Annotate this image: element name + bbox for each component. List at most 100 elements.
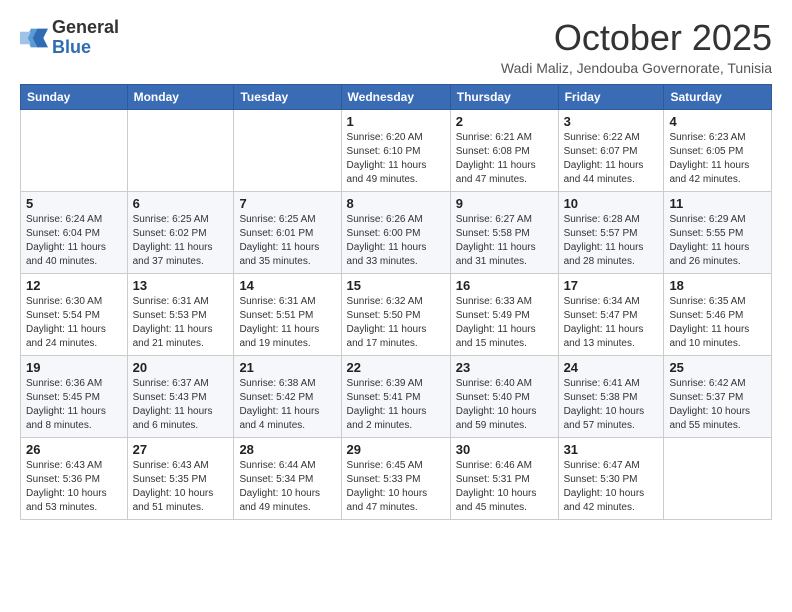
- day-number: 27: [133, 442, 229, 457]
- day-number: 9: [456, 196, 553, 211]
- calendar-header: SundayMondayTuesdayWednesdayThursdayFrid…: [21, 84, 772, 109]
- calendar-cell: 8 Sunrise: 6:26 AM Sunset: 6:00 PM Daylig…: [341, 191, 450, 273]
- weekday-header-wednesday: Wednesday: [341, 84, 450, 109]
- calendar-cell: 9 Sunrise: 6:27 AM Sunset: 5:58 PM Daylig…: [450, 191, 558, 273]
- calendar-week-5: 26 Sunrise: 6:43 AM Sunset: 5:36 PM Dayli…: [21, 437, 772, 519]
- weekday-header-thursday: Thursday: [450, 84, 558, 109]
- calendar-cell: 10Sunrise: 6:28 AM Sunset: 5:57 PM Dayli…: [558, 191, 664, 273]
- calendar-week-4: 19Sunrise: 6:36 AM Sunset: 5:45 PM Dayli…: [21, 355, 772, 437]
- day-number: 26: [26, 442, 122, 457]
- calendar-cell: 25 Sunrise: 6:42 AM Sunset: 5:37 PM Dayli…: [664, 355, 772, 437]
- calendar-cell: 7 Sunrise: 6:25 AM Sunset: 6:01 PM Daylig…: [234, 191, 341, 273]
- calendar-cell: 31 Sunrise: 6:47 AM Sunset: 5:30 PM Dayli…: [558, 437, 664, 519]
- day-info: Sunrise: 6:37 AM Sunset: 5:43 PM Dayligh…: [133, 377, 229, 433]
- day-number: 11: [669, 196, 766, 211]
- logo-general-text: General: [52, 17, 119, 37]
- day-info: Sunrise: 6:31 AM Sunset: 5:53 PM Dayligh…: [133, 295, 229, 351]
- day-number: 13: [133, 278, 229, 293]
- day-number: 1: [347, 114, 445, 129]
- day-number: 15: [347, 278, 445, 293]
- day-info: Sunrise: 6:32 AM Sunset: 5:50 PM Dayligh…: [347, 295, 445, 351]
- calendar-cell: 2 Sunrise: 6:21 AM Sunset: 6:08 PM Daylig…: [450, 109, 558, 191]
- day-number: 30: [456, 442, 553, 457]
- calendar-cell: 30 Sunrise: 6:46 AM Sunset: 5:31 PM Dayli…: [450, 437, 558, 519]
- weekday-header-monday: Monday: [127, 84, 234, 109]
- day-number: 18: [669, 278, 766, 293]
- day-number: 28: [239, 442, 335, 457]
- calendar-cell: 1 Sunrise: 6:20 AM Sunset: 6:10 PM Daylig…: [341, 109, 450, 191]
- calendar-cell: 3 Sunrise: 6:22 AM Sunset: 6:07 PM Daylig…: [558, 109, 664, 191]
- calendar-cell: 5 Sunrise: 6:24 AM Sunset: 6:04 PM Daylig…: [21, 191, 128, 273]
- day-info: Sunrise: 6:30 AM Sunset: 5:54 PM Dayligh…: [26, 295, 122, 351]
- day-info: Sunrise: 6:45 AM Sunset: 5:33 PM Dayligh…: [347, 459, 445, 515]
- day-number: 22: [347, 360, 445, 375]
- calendar-cell: 4 Sunrise: 6:23 AM Sunset: 6:05 PM Daylig…: [664, 109, 772, 191]
- day-number: 8: [347, 196, 445, 211]
- calendar-body: 1 Sunrise: 6:20 AM Sunset: 6:10 PM Daylig…: [21, 109, 772, 519]
- logo-blue-text: Blue: [52, 37, 91, 57]
- calendar-cell: 28Sunrise: 6:44 AM Sunset: 5:34 PM Dayli…: [234, 437, 341, 519]
- calendar-cell: 23 Sunrise: 6:40 AM Sunset: 5:40 PM Dayli…: [450, 355, 558, 437]
- calendar-cell: 11 Sunrise: 6:29 AM Sunset: 5:55 PM Dayli…: [664, 191, 772, 273]
- day-number: 14: [239, 278, 335, 293]
- calendar-cell: 18 Sunrise: 6:35 AM Sunset: 5:46 PM Dayli…: [664, 273, 772, 355]
- calendar-table: SundayMondayTuesdayWednesdayThursdayFrid…: [20, 84, 772, 520]
- calendar-cell: [664, 437, 772, 519]
- day-info: Sunrise: 6:35 AM Sunset: 5:46 PM Dayligh…: [669, 295, 766, 351]
- day-number: 31: [564, 442, 659, 457]
- day-number: 20: [133, 360, 229, 375]
- day-info: Sunrise: 6:22 AM Sunset: 6:07 PM Dayligh…: [564, 131, 659, 187]
- calendar-cell: 12 Sunrise: 6:30 AM Sunset: 5:54 PM Dayli…: [21, 273, 128, 355]
- calendar-cell: 13 Sunrise: 6:31 AM Sunset: 5:53 PM Dayli…: [127, 273, 234, 355]
- calendar-cell: 21 Sunrise: 6:38 AM Sunset: 5:42 PM Dayli…: [234, 355, 341, 437]
- calendar-cell: [21, 109, 128, 191]
- day-number: 25: [669, 360, 766, 375]
- calendar-cell: 6Sunrise: 6:25 AM Sunset: 6:02 PM Daylig…: [127, 191, 234, 273]
- day-number: 17: [564, 278, 659, 293]
- logo-icon: [20, 24, 48, 52]
- day-info: Sunrise: 6:46 AM Sunset: 5:31 PM Dayligh…: [456, 459, 553, 515]
- day-number: 21: [239, 360, 335, 375]
- day-number: 2: [456, 114, 553, 129]
- day-number: 12: [26, 278, 122, 293]
- calendar-cell: 15 Sunrise: 6:32 AM Sunset: 5:50 PM Dayli…: [341, 273, 450, 355]
- calendar-cell: 14Sunrise: 6:31 AM Sunset: 5:51 PM Dayli…: [234, 273, 341, 355]
- day-number: 4: [669, 114, 766, 129]
- calendar-cell: 22 Sunrise: 6:39 AM Sunset: 5:41 PM Dayli…: [341, 355, 450, 437]
- day-info: Sunrise: 6:24 AM Sunset: 6:04 PM Dayligh…: [26, 213, 122, 269]
- day-info: Sunrise: 6:47 AM Sunset: 5:30 PM Dayligh…: [564, 459, 659, 515]
- day-info: Sunrise: 6:23 AM Sunset: 6:05 PM Dayligh…: [669, 131, 766, 187]
- calendar-week-2: 5 Sunrise: 6:24 AM Sunset: 6:04 PM Daylig…: [21, 191, 772, 273]
- day-info: Sunrise: 6:42 AM Sunset: 5:37 PM Dayligh…: [669, 377, 766, 433]
- day-info: Sunrise: 6:20 AM Sunset: 6:10 PM Dayligh…: [347, 131, 445, 187]
- day-info: Sunrise: 6:33 AM Sunset: 5:49 PM Dayligh…: [456, 295, 553, 351]
- day-info: Sunrise: 6:43 AM Sunset: 5:35 PM Dayligh…: [133, 459, 229, 515]
- day-info: Sunrise: 6:29 AM Sunset: 5:55 PM Dayligh…: [669, 213, 766, 269]
- calendar-cell: 29Sunrise: 6:45 AM Sunset: 5:33 PM Dayli…: [341, 437, 450, 519]
- calendar-week-3: 12 Sunrise: 6:30 AM Sunset: 5:54 PM Dayli…: [21, 273, 772, 355]
- day-number: 23: [456, 360, 553, 375]
- header: General Blue October 2025 Wadi Maliz, Je…: [20, 18, 772, 76]
- day-number: 16: [456, 278, 553, 293]
- title-block: October 2025 Wadi Maliz, Jendouba Govern…: [501, 18, 772, 76]
- day-info: Sunrise: 6:26 AM Sunset: 6:00 PM Dayligh…: [347, 213, 445, 269]
- day-info: Sunrise: 6:39 AM Sunset: 5:41 PM Dayligh…: [347, 377, 445, 433]
- day-number: 7: [239, 196, 335, 211]
- day-info: Sunrise: 6:41 AM Sunset: 5:38 PM Dayligh…: [564, 377, 659, 433]
- day-info: Sunrise: 6:25 AM Sunset: 6:01 PM Dayligh…: [239, 213, 335, 269]
- weekday-header-row: SundayMondayTuesdayWednesdayThursdayFrid…: [21, 84, 772, 109]
- day-number: 3: [564, 114, 659, 129]
- weekday-header-saturday: Saturday: [664, 84, 772, 109]
- weekday-header-sunday: Sunday: [21, 84, 128, 109]
- day-info: Sunrise: 6:27 AM Sunset: 5:58 PM Dayligh…: [456, 213, 553, 269]
- day-info: Sunrise: 6:36 AM Sunset: 5:45 PM Dayligh…: [26, 377, 122, 433]
- day-info: Sunrise: 6:43 AM Sunset: 5:36 PM Dayligh…: [26, 459, 122, 515]
- day-info: Sunrise: 6:38 AM Sunset: 5:42 PM Dayligh…: [239, 377, 335, 433]
- day-info: Sunrise: 6:21 AM Sunset: 6:08 PM Dayligh…: [456, 131, 553, 187]
- day-number: 10: [564, 196, 659, 211]
- page: General Blue October 2025 Wadi Maliz, Je…: [0, 0, 792, 612]
- calendar-cell: [127, 109, 234, 191]
- day-number: 5: [26, 196, 122, 211]
- day-info: Sunrise: 6:40 AM Sunset: 5:40 PM Dayligh…: [456, 377, 553, 433]
- calendar-cell: 20 Sunrise: 6:37 AM Sunset: 5:43 PM Dayli…: [127, 355, 234, 437]
